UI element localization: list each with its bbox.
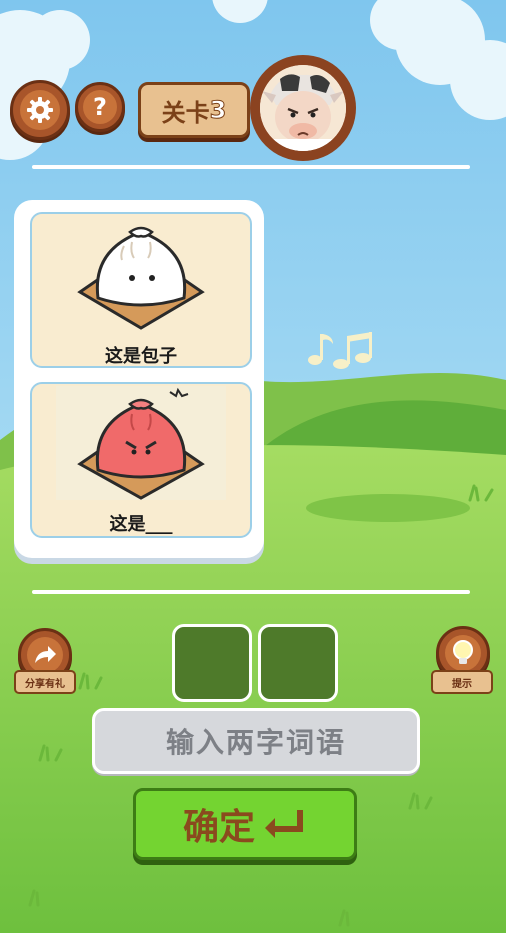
music-notes-icon: [308, 332, 372, 369]
bottom-divider: [32, 590, 470, 594]
level-number: 3: [209, 96, 227, 125]
lightbulb-icon: [453, 640, 473, 664]
gear-icon: [27, 97, 53, 123]
angry-bun-illustration: [56, 386, 226, 500]
bun-illustration: [77, 226, 205, 330]
cow-face-icon: [260, 65, 346, 151]
top-divider: [32, 165, 470, 169]
panel-1-caption: 这是包子: [105, 346, 177, 367]
puzzle-card: 这是包子 这是___: [14, 200, 264, 558]
enter-icon: [265, 810, 303, 838]
answer-input[interactable]: 输入两字词语: [92, 708, 420, 774]
confirm-button[interactable]: 确定: [133, 788, 357, 860]
help-button[interactable]: ?: [75, 82, 125, 132]
hint-label[interactable]: 提示: [431, 670, 493, 694]
share-label[interactable]: 分享有礼: [14, 670, 76, 694]
level-label: 关卡: [161, 98, 210, 127]
answer-slot-1[interactable]: [172, 624, 252, 702]
answer-slot-2[interactable]: [258, 624, 338, 702]
player-avatar[interactable]: [250, 55, 356, 161]
puzzle-panel-2: 这是___: [30, 382, 252, 538]
confirm-label: 确定: [182, 807, 255, 848]
panel-2-caption: 这是___: [109, 514, 173, 535]
level-indicator: 关卡 3: [138, 82, 250, 138]
settings-button[interactable]: [10, 80, 70, 140]
puzzle-panel-1: 这是包子: [30, 212, 252, 368]
question-icon: ?: [93, 93, 107, 121]
share-arrow-icon: [35, 646, 56, 663]
